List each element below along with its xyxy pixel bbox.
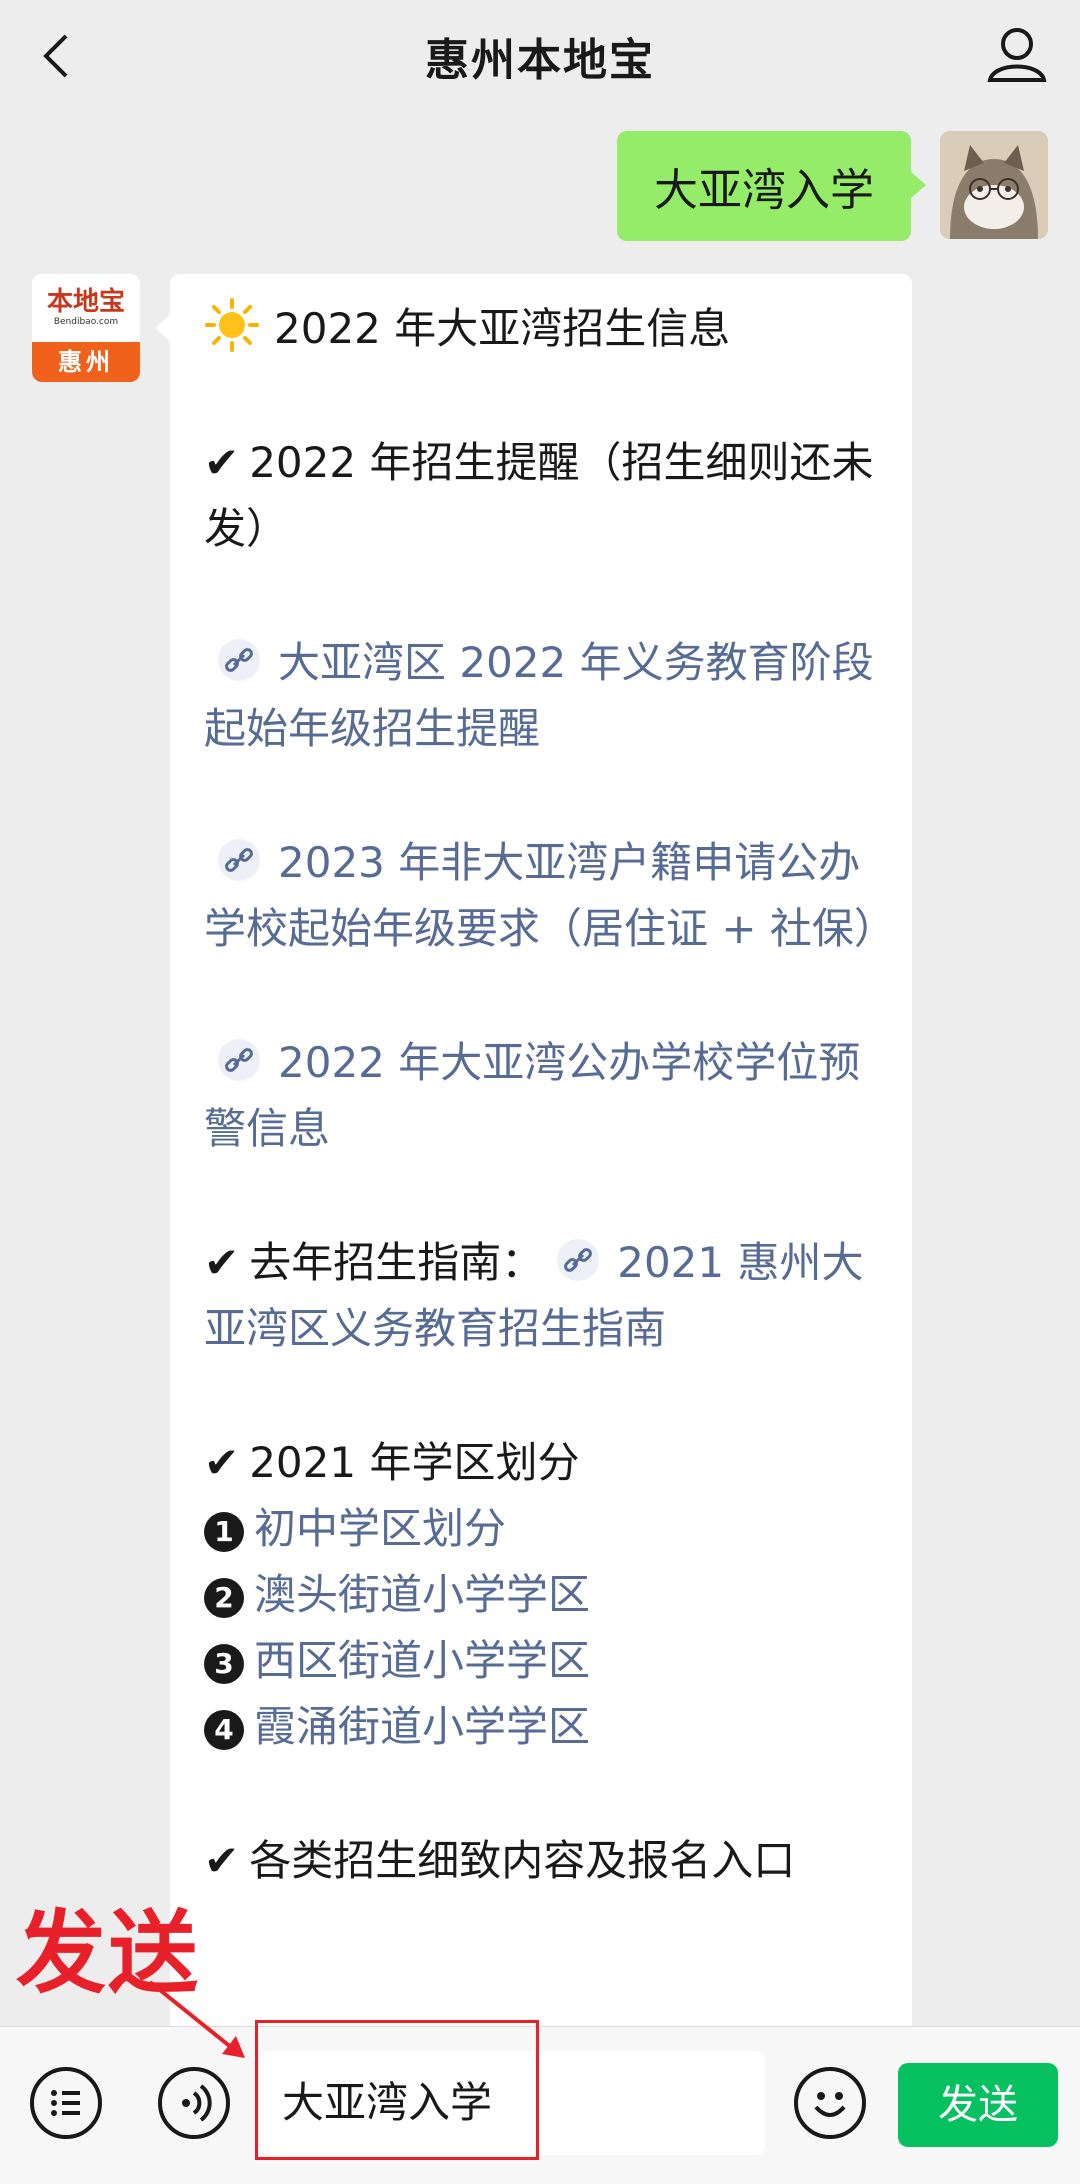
link-icon: [557, 1239, 600, 1281]
user-avatar[interactable]: [940, 131, 1048, 239]
section-reminder-heading: 2022 年招生提醒（招生细则还未发）: [204, 438, 874, 553]
district-link[interactable]: 初中学区划分: [254, 1504, 506, 1553]
section-entry: ✔ 各类招生细致内容及报名入口: [204, 1828, 894, 1894]
link-item[interactable]: 2022 年大亚湾公办学校学位预警信息: [204, 1030, 894, 1162]
check-icon: ✔: [204, 438, 240, 487]
number-badge: 3: [204, 1644, 244, 1684]
input-bar: 大亚湾入学 发送: [0, 2026, 1080, 2184]
bot-avatar-brand: 本地宝: [46, 287, 125, 317]
district-item[interactable]: 4 霞涌街道小学学区: [204, 1694, 894, 1760]
check-icon: ✔: [204, 1238, 240, 1287]
check-icon: ✔: [204, 1438, 240, 1487]
bot-avatar-url: Bendibao.com: [53, 317, 119, 327]
district-item[interactable]: 1 初中学区划分: [204, 1496, 894, 1562]
user-message-bubble[interactable]: 大亚湾入学: [617, 131, 926, 241]
number-badge: 2: [204, 1578, 244, 1618]
bot-avatar-logo: 本地宝 Bendibao.com: [32, 274, 140, 342]
user-message-text: 大亚湾入学: [654, 165, 874, 216]
link-text[interactable]: 2022 年大亚湾公办学校学位预警信息: [204, 1038, 860, 1153]
voice-button[interactable]: [158, 2067, 230, 2139]
number-badge: 1: [204, 1512, 244, 1552]
district-link[interactable]: 霞涌街道小学学区: [254, 1702, 590, 1751]
menu-button[interactable]: [30, 2067, 102, 2139]
message-title: 2022 年大亚湾招生信息: [204, 296, 894, 362]
annotation-label: 发送: [16, 1901, 200, 2006]
bot-message-bubble: 2022 年大亚湾招生信息 ✔ 2022 年招生提醒（招生细则还未发） 大亚湾区 …: [155, 274, 912, 2034]
bot-avatar-city: 惠州: [32, 342, 140, 382]
cat-avatar-icon: [940, 131, 1048, 239]
emoji-button[interactable]: [794, 2067, 866, 2139]
link-icon: [218, 1039, 260, 1081]
section-districts: ✔ 2021 年学区划分 1 初中学区划分 2 澳头街道小学学区 3 西区街道小学学区 …: [204, 1430, 894, 1760]
profile-button[interactable]: [984, 22, 1050, 88]
person-icon: [987, 28, 1047, 82]
section-last-year: ✔ 去年招生指南： 2021 惠州大亚湾区义务教育招生指南: [204, 1230, 894, 1362]
district-item[interactable]: 3 西区街道小学学区: [204, 1628, 894, 1694]
district-item[interactable]: 2 澳头街道小学学区: [204, 1562, 894, 1628]
page-title: 惠州本地宝: [425, 35, 655, 86]
annotation-box: [255, 2020, 539, 2160]
section-reminder: ✔ 2022 年招生提醒（招生细则还未发）: [204, 430, 894, 562]
section-districts-heading: 2021 年学区划分: [249, 1438, 580, 1487]
section-entry-heading: 各类招生细致内容及报名入口: [249, 1836, 796, 1885]
bot-avatar[interactable]: 本地宝 Bendibao.com 惠州: [32, 274, 140, 382]
district-link[interactable]: 澳头街道小学学区: [254, 1570, 590, 1619]
emoji-icon: [814, 2092, 846, 2117]
top-bar: 惠州本地宝: [0, 0, 1080, 115]
check-icon: ✔: [204, 1836, 240, 1885]
sun-icon: [205, 298, 259, 352]
district-link[interactable]: 西区街道小学学区: [254, 1636, 590, 1685]
bot-message-content: 2022 年大亚湾招生信息 ✔ 2022 年招生提醒（招生细则还未发） 大亚湾区 …: [204, 296, 896, 1962]
message-title-text: 2022 年大亚湾招生信息: [274, 304, 731, 353]
link-item[interactable]: 2023 年非大亚湾户籍申请公办学校起始年级要求（居住证 + 社保）: [204, 830, 896, 962]
number-badge: 4: [204, 1710, 244, 1750]
send-button[interactable]: 发送: [898, 2063, 1058, 2147]
link-text[interactable]: 大亚湾区 2022 年义务教育阶段起始年级招生提醒: [204, 638, 874, 753]
list-icon: [51, 2090, 80, 2116]
section-districts-heading-row: ✔ 2021 年学区划分: [204, 1430, 894, 1496]
voice-icon: [182, 2084, 212, 2122]
section-last-year-prefix: 去年招生指南：: [249, 1238, 544, 1287]
link-text[interactable]: 2023 年非大亚湾户籍申请公办学校起始年级要求（居住证 + 社保）: [204, 838, 896, 953]
link-item[interactable]: 大亚湾区 2022 年义务教育阶段起始年级招生提醒: [204, 630, 894, 762]
link-icon: [218, 639, 260, 681]
link-icon: [218, 839, 260, 881]
